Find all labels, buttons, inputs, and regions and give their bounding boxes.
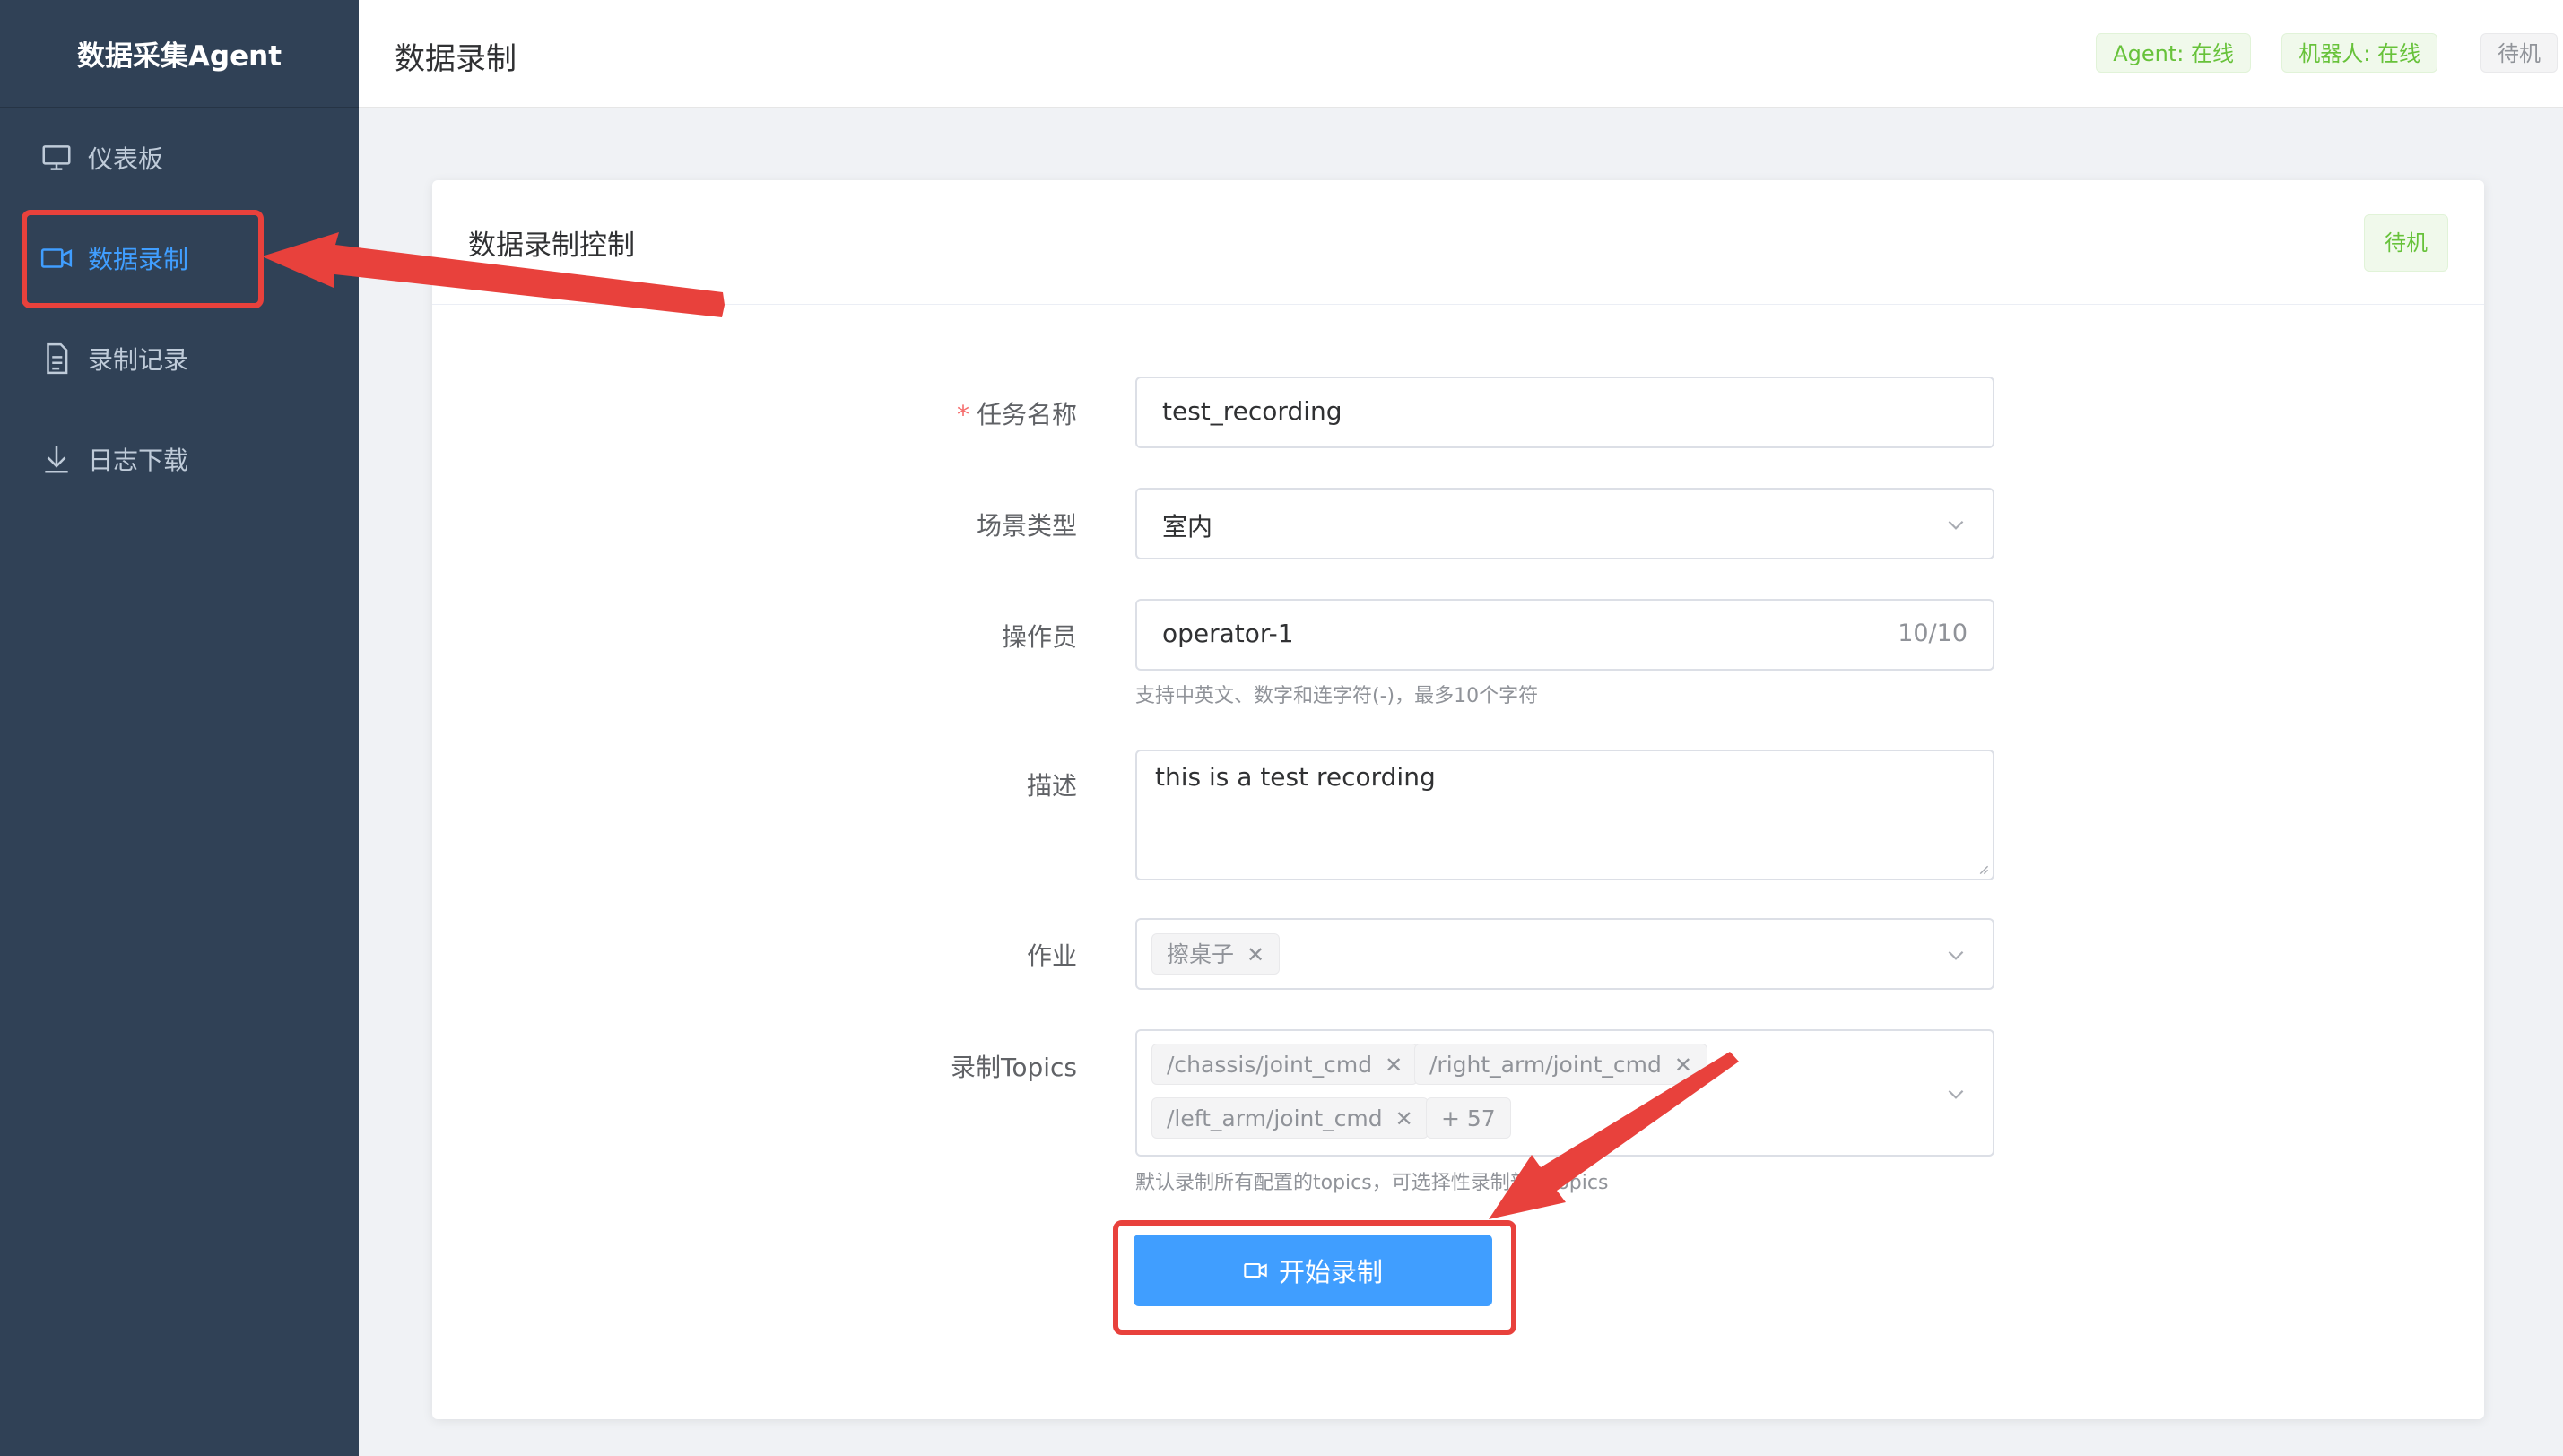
monitor-icon [39, 141, 74, 175]
state-badge: 待机 [2480, 33, 2558, 73]
sidebar-item-label: 日志下载 [88, 446, 189, 475]
description-label: 描述 [1026, 771, 1077, 801]
task-name-value: test_recording [1162, 396, 1342, 426]
required-marker: * [956, 400, 969, 429]
job-select[interactable]: 擦桌子 ✕ [1135, 918, 1994, 990]
app-brand: 数据采集Agent [0, 0, 359, 108]
topics-hint: 默认录制所有配置的topics，可选择性录制部分topics [1135, 1172, 1609, 1194]
topic-tag: /chassis/joint_cmd ✕ [1151, 1044, 1419, 1085]
topics-label: 录制Topics [950, 1053, 1077, 1082]
operator-input[interactable]: operator-1 10/10 [1135, 599, 1994, 671]
robot-status-badge: 机器人: 在线 [2281, 33, 2437, 73]
close-icon[interactable]: ✕ [1395, 1106, 1413, 1131]
more-topics-tag[interactable]: + 57 [1426, 1097, 1511, 1139]
task-name-label: * 任务名称 [956, 400, 1077, 429]
job-tag: 擦桌子 ✕ [1151, 933, 1281, 975]
top-header: 数据录制 Agent: 在线 机器人: 在线 待机 [359, 0, 2563, 108]
sidebar-item-label: 录制记录 [88, 345, 189, 375]
download-icon [39, 442, 74, 476]
scene-type-label: 场景类型 [976, 511, 1077, 541]
sidebar-item-label: 仪表板 [88, 144, 164, 174]
card-header: 数据录制控制 待机 [432, 180, 2484, 305]
job-label: 作业 [1026, 941, 1077, 971]
topic-tag: /right_arm/joint_cmd ✕ [1414, 1044, 1708, 1085]
close-icon[interactable]: ✕ [1247, 942, 1264, 967]
description-textarea[interactable]: this is a test recording [1135, 750, 1994, 880]
operator-hint: 支持中英文、数字和连字符(-)，最多10个字符 [1135, 685, 1539, 707]
page-title: 数据录制 [395, 41, 517, 77]
topic-tag: /left_arm/joint_cmd ✕ [1151, 1097, 1429, 1139]
chevron-down-icon [1948, 520, 1964, 530]
topics-select[interactable]: /chassis/joint_cmd ✕ /right_arm/joint_cmd… [1135, 1029, 1994, 1157]
card-status-badge: 待机 [2364, 214, 2448, 272]
char-counter: 10/10 [1898, 620, 1968, 647]
task-name-input[interactable]: test_recording [1135, 377, 1994, 448]
highlight-box-start-button [1113, 1220, 1516, 1335]
scene-type-select[interactable]: 室内 [1135, 488, 1994, 559]
scene-type-value: 室内 [1162, 512, 1213, 542]
chevron-down-icon [1948, 1089, 1964, 1099]
description-value: this is a test recording [1155, 762, 1436, 792]
document-icon [39, 342, 74, 376]
operator-value: operator-1 [1162, 619, 1294, 648]
close-icon[interactable]: ✕ [1385, 1053, 1403, 1078]
agent-status-badge: Agent: 在线 [2096, 33, 2251, 73]
sidebar-item-log-download[interactable]: 日志下载 [0, 411, 359, 507]
resize-handle-icon[interactable] [1977, 862, 1989, 875]
sidebar-item-dashboard[interactable]: 仪表板 [0, 109, 359, 206]
highlight-box-sidebar [22, 210, 264, 308]
operator-label: 操作员 [1001, 622, 1077, 652]
close-icon[interactable]: ✕ [1674, 1053, 1692, 1078]
card-title: 数据录制控制 [468, 230, 635, 262]
sidebar-item-records[interactable]: 录制记录 [0, 310, 359, 407]
chevron-down-icon [1948, 950, 1964, 960]
